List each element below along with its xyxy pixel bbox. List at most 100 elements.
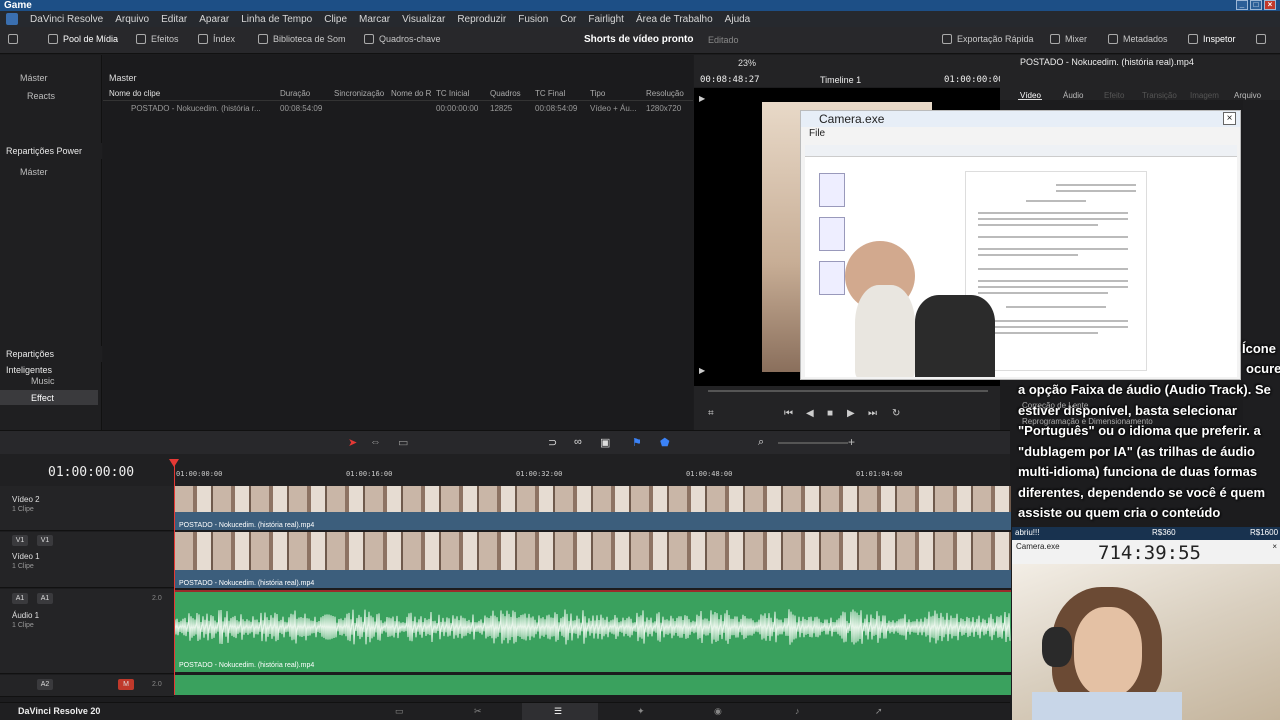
col-clip-name[interactable]: Nome do clipe <box>109 89 160 98</box>
col-resolution[interactable]: Resolução <box>646 89 684 98</box>
track-header-audio-1[interactable]: A1 A1 2.0 Áudio 1 1 Clipe <box>0 589 174 674</box>
menu-aparar[interactable]: Aparar <box>199 14 229 25</box>
video-clip-v1[interactable]: POSTADO - Nokucedim. (história real).mp4 <box>175 532 1011 588</box>
zoom-in-icon[interactable]: + <box>848 435 855 449</box>
marker-icon[interactable]: ⬟ <box>660 436 670 449</box>
col-frames[interactable]: Quadros <box>490 89 521 98</box>
source-track-badge[interactable]: A1 <box>12 593 28 604</box>
inspector-button[interactable]: Inspetor <box>1188 34 1236 44</box>
effects-button[interactable]: Efeitos <box>136 34 179 44</box>
col-sync[interactable]: Sincronização <box>334 89 384 98</box>
viewer-scrubber[interactable] <box>708 390 988 392</box>
fairlight-page-icon[interactable]: ♪ <box>795 706 800 716</box>
go-to-end-icon[interactable]: ⏭ <box>868 408 878 419</box>
flag-icon[interactable]: ⚑ <box>632 436 642 449</box>
timeline-selector[interactable]: Timeline 1 <box>820 75 861 85</box>
menu-cor[interactable]: Cor <box>560 14 576 25</box>
camera-menu-file[interactable]: File <box>809 128 825 139</box>
metadata-button[interactable]: Metadados <box>1108 34 1168 44</box>
link-icon[interactable]: ∞ <box>574 436 582 448</box>
color-page-icon[interactable]: ◉ <box>714 706 722 717</box>
snap-icon[interactable]: ⊃ <box>548 436 557 449</box>
menu-visualizar[interactable]: Visualizar <box>402 14 445 25</box>
fusion-page-icon[interactable]: ✦ <box>637 706 645 717</box>
menu-clipe[interactable]: Clipe <box>324 14 347 25</box>
bin-reacts[interactable]: Reacts <box>27 91 55 101</box>
smart-bin-effect[interactable]: Effect <box>31 393 54 403</box>
cell-type: Vídeo + Áu... <box>590 104 637 113</box>
col-start-tc[interactable]: TC Inicial <box>436 89 469 98</box>
close-window-button[interactable]: × <box>1264 0 1276 10</box>
audio-clip-a2[interactable] <box>175 675 1011 695</box>
edit-page-icon[interactable]: ☰ <box>554 706 562 717</box>
col-reel-name[interactable]: Nome do R <box>391 89 431 98</box>
crop-icon[interactable]: ⌗ <box>708 408 718 419</box>
camera-window[interactable]: Camera.exe × File <box>800 110 1241 380</box>
quick-export-button[interactable]: Exportação Rápida <box>942 34 1034 44</box>
inspector-tab-effect[interactable]: Efeito <box>1104 91 1124 100</box>
camera-mini-close-icon[interactable]: × <box>1272 542 1277 551</box>
keyframes-button[interactable]: Quadros-chave <box>364 34 441 44</box>
menu-arquivo[interactable]: Arquivo <box>115 14 149 25</box>
play-reverse-icon[interactable]: ◀ <box>806 408 816 419</box>
inspector-label: Inspetor <box>1203 34 1236 44</box>
zoom-icon[interactable]: ⌕ <box>758 436 764 449</box>
source-track-badge[interactable]: V1 <box>12 535 28 546</box>
trim-tool-icon[interactable]: ⇔ <box>370 436 381 448</box>
audio-clip-a1[interactable]: POSTADO - Nokucedim. (história real).mp4 <box>175 590 1011 672</box>
loop-icon[interactable]: ↻ <box>892 408 902 419</box>
minimize-button[interactable]: _ <box>1236 0 1248 10</box>
video-clip-v2[interactable]: POSTADO - Nokucedim. (história real).mp4 <box>175 486 1011 530</box>
power-bin-master[interactable]: Máster <box>20 167 48 177</box>
menu-editar[interactable]: Editar <box>161 14 187 25</box>
mute-button[interactable]: M <box>118 679 134 690</box>
playhead[interactable] <box>174 460 175 695</box>
zoom-slider[interactable] <box>778 442 848 444</box>
inspector-tab-image[interactable]: Imagem <box>1190 91 1219 100</box>
index-button[interactable]: Índex <box>198 34 235 44</box>
lock-icon[interactable]: ▣ <box>600 436 610 449</box>
col-type[interactable]: Tipo <box>590 89 605 98</box>
inspector-tab-transition[interactable]: Transição <box>1142 91 1177 100</box>
bin-master[interactable]: Máster <box>20 73 48 83</box>
track-header-video-1[interactable]: V1 V1 Vídeo 1 1 Clipe <box>0 532 174 588</box>
blade-tool-icon[interactable]: ▭ <box>398 436 408 449</box>
media-pool-button[interactable]: Pool de Mídia <box>48 34 118 44</box>
inspector-tab-file[interactable]: Arquivo <box>1234 91 1261 100</box>
panel-toggle-icon[interactable] <box>8 34 18 44</box>
expand-icon[interactable] <box>1256 34 1266 44</box>
track-header-video-2[interactable]: Vídeo 2 1 Clipe <box>0 486 174 531</box>
menu-marcar[interactable]: Marcar <box>359 14 390 25</box>
sound-library-button[interactable]: Biblioteca de Som <box>258 34 346 44</box>
track-header-audio-2[interactable]: A2 M 2.0 <box>0 675 174 697</box>
menu-area-de-trabalho[interactable]: Área de Trabalho <box>636 14 713 25</box>
menu-ajuda[interactable]: Ajuda <box>725 14 751 25</box>
webcam-person-shirt <box>1032 692 1182 720</box>
dest-track-badge[interactable]: V1 <box>37 535 53 546</box>
maximize-button[interactable]: □ <box>1250 0 1262 10</box>
stop-icon[interactable]: ■ <box>827 408 837 419</box>
camera-close-icon[interactable]: × <box>1223 112 1236 125</box>
menu-davinci[interactable]: DaVinci Resolve <box>30 14 103 25</box>
smart-bin-music[interactable]: Music <box>31 376 55 386</box>
media-page-icon[interactable]: ▭ <box>395 706 404 717</box>
deliver-page-icon[interactable]: ➚ <box>875 706 883 717</box>
menu-linha-de-tempo[interactable]: Linha de Tempo <box>241 14 312 25</box>
mixer-button[interactable]: Mixer <box>1050 34 1087 44</box>
camera-window-title: Camera.exe <box>819 112 885 126</box>
dest-track-badge[interactable]: A1 <box>37 593 53 604</box>
play-icon[interactable]: ▶ <box>847 408 857 419</box>
inspector-tab-audio[interactable]: Áudio <box>1063 91 1083 100</box>
metadata-label: Metadados <box>1123 34 1168 44</box>
col-duration[interactable]: Duração <box>280 89 310 98</box>
menu-reproduzir[interactable]: Reproduzir <box>457 14 506 25</box>
viewer-zoom[interactable]: 23% <box>738 58 756 68</box>
menu-fusion[interactable]: Fusion <box>518 14 548 25</box>
go-to-start-icon[interactable]: ⏮ <box>784 408 794 419</box>
cut-page-icon[interactable]: ✂ <box>474 706 482 717</box>
media-pool-row[interactable]: POSTADO - Nokucedim. (história r... 00:0… <box>103 102 693 116</box>
menu-fairlight[interactable]: Fairlight <box>588 14 624 25</box>
track-badge[interactable]: A2 <box>37 679 53 690</box>
col-end-tc[interactable]: TC Final <box>535 89 565 98</box>
selection-tool-icon[interactable]: ➤ <box>348 436 357 449</box>
